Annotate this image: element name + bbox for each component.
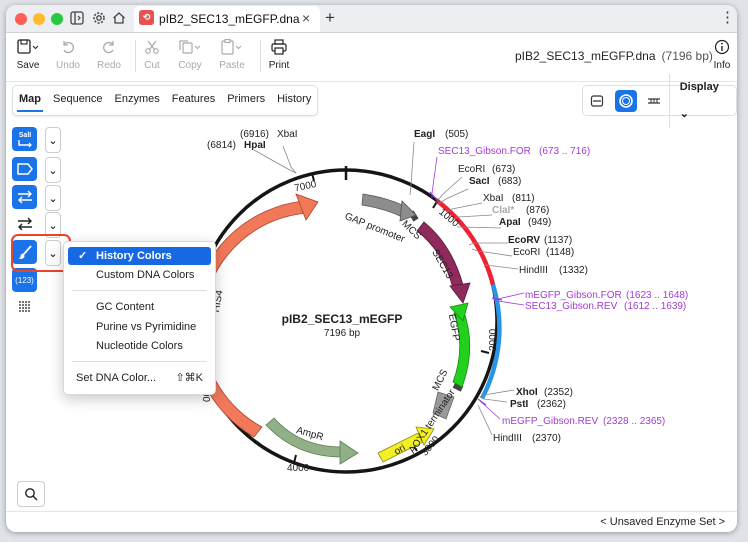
- features-options-dropdown[interactable]: ⌄: [45, 157, 61, 183]
- chevron-down-icon: ⌄: [48, 192, 58, 205]
- feature-arrow-icon: [16, 163, 33, 175]
- primers-options-dropdown[interactable]: ⌄: [45, 185, 61, 211]
- menu-item-label: Nucleotide Colors: [96, 340, 183, 352]
- site-pos: (673): [492, 164, 515, 175]
- site-pos: (1332): [559, 265, 588, 276]
- menu-item-label: Purine vs Pyrimidine: [96, 321, 197, 333]
- primer-mark-mEGFP-rev[interactable]: [477, 398, 487, 406]
- map-size: 7196 bp: [324, 328, 361, 339]
- map-title: pIB2_SEC13_mEGFP: [282, 312, 403, 326]
- leader-line: [282, 145, 297, 174]
- primer-pos: (673 .. 716): [539, 146, 590, 157]
- enzyme-set-selector[interactable]: < Unsaved Enzyme Set >: [600, 516, 725, 528]
- menu-item-set-dna-color[interactable]: Set DNA Color... ⇧⌘K: [68, 369, 211, 387]
- show-enzymes-button[interactable]: SalI: [12, 127, 37, 151]
- menu-separator: [72, 361, 207, 362]
- enzymes-options-dropdown[interactable]: ⌄: [45, 127, 61, 153]
- highlight-annotation: [11, 234, 71, 272]
- site-psti[interactable]: PstI: [510, 399, 529, 410]
- site-ecori-673[interactable]: EcoRI: [458, 164, 485, 175]
- show-primers-button[interactable]: [12, 185, 37, 209]
- site-pos: (876): [526, 205, 549, 216]
- feature-gap-promoter[interactable]: [361, 193, 407, 218]
- leader-line: [497, 300, 525, 306]
- app-window: ⟲ pIB2_SEC13_mEGFP.dna × + ⋮ Save Undo R…: [6, 5, 737, 532]
- primer-mEGFP-gibson-for[interactable]: mEGFP_Gibson.FOR: [525, 290, 622, 301]
- tick-label-2000: 2000: [488, 328, 499, 351]
- checkmark-icon: ✓: [78, 250, 88, 262]
- site-hindiii-1332[interactable]: HindIII: [519, 265, 548, 276]
- menu-item-gc-content[interactable]: GC Content: [68, 298, 211, 316]
- site-pos: (2362): [537, 399, 566, 410]
- translation-grid-icon: [18, 301, 31, 312]
- site-apai[interactable]: ApaI: [499, 217, 521, 228]
- chevron-down-icon: ⌄: [48, 164, 58, 177]
- site-xhoi[interactable]: XhoI: [516, 387, 538, 398]
- site-saci[interactable]: SacI: [469, 176, 490, 187]
- site-pos: (6814): [207, 140, 236, 151]
- leader-line: [435, 176, 463, 204]
- site-pos: (2370): [532, 433, 561, 444]
- site-ecori-1148[interactable]: EcoRI: [513, 247, 540, 258]
- menu-separator: [72, 290, 207, 291]
- keyboard-shortcut: ⇧⌘K: [175, 372, 203, 384]
- feature-label-gap: GAP promoter: [343, 211, 407, 245]
- status-bar: < Unsaved Enzyme Set >: [6, 511, 737, 532]
- site-pos: (1148): [546, 247, 574, 258]
- tick-label-7000: 7000: [293, 179, 317, 194]
- show-translation-button[interactable]: [12, 295, 37, 319]
- menu-item-purine-pyrimidine[interactable]: Purine vs Pyrimidine: [68, 318, 211, 336]
- site-hindiii-2370[interactable]: HindIII: [493, 433, 522, 444]
- primer-pos: (1623 .. 1648): [626, 290, 688, 301]
- chevron-down-icon: ⌄: [48, 219, 58, 232]
- site-pos: (505): [445, 129, 468, 140]
- tick-label-1000: 1000: [436, 207, 460, 230]
- site-pos: (949): [528, 217, 551, 228]
- site-hpai[interactable]: HpaI: [244, 140, 266, 151]
- numbers-label: (123): [15, 275, 34, 285]
- tick-label-4000: 4000: [287, 463, 310, 474]
- primer-mEGFP-gibson-rev[interactable]: mEGFP_Gibson.REV: [502, 416, 598, 427]
- site-pos: (1137): [544, 235, 572, 246]
- show-orfs-button[interactable]: [12, 212, 37, 236]
- primer-pos: (1612 .. 1639): [624, 301, 686, 312]
- site-pos: (2352): [544, 387, 573, 398]
- primer-sec13-gibson-for[interactable]: SEC13_Gibson.FOR: [438, 146, 531, 157]
- site-clai[interactable]: ClaI*: [492, 205, 514, 216]
- leader-line: [431, 156, 438, 198]
- leader-line: [437, 188, 469, 205]
- site-pos: (811): [512, 193, 535, 204]
- menu-item-custom-dna-colors[interactable]: Custom DNA Colors: [68, 266, 211, 284]
- feature-ampr-arrowhead: [339, 440, 359, 465]
- chevron-down-icon: ⌄: [48, 134, 58, 147]
- site-xbai-6916[interactable]: XbaI: [277, 129, 298, 140]
- find-button[interactable]: [17, 481, 45, 507]
- enzyme-cut-icon: SalI: [17, 132, 32, 148]
- site-xbai-811[interactable]: XbaI: [483, 193, 504, 204]
- primer-arrows-icon: [17, 190, 32, 204]
- show-features-button[interactable]: [12, 157, 37, 181]
- site-eagi[interactable]: EagI: [414, 129, 435, 140]
- menu-item-label: History Colors: [96, 250, 172, 262]
- dna-color-menu: ✓ History Colors Custom DNA Colors GC Co…: [63, 241, 216, 395]
- menu-item-nucleotide-colors[interactable]: Nucleotide Colors: [68, 337, 211, 355]
- sali-label: SalI: [18, 132, 31, 139]
- leader-line: [253, 149, 297, 174]
- menu-item-label: GC Content: [96, 301, 155, 313]
- menu-item-label: Set DNA Color...: [76, 372, 157, 384]
- leader-line: [483, 398, 508, 403]
- search-icon: [25, 488, 38, 501]
- site-ecorv[interactable]: EcoRV: [508, 235, 540, 246]
- menu-item-history-colors[interactable]: ✓ History Colors: [68, 247, 211, 265]
- primer-sec13-gibson-rev[interactable]: SEC13_Gibson.REV: [525, 301, 618, 312]
- feature-sec13-arrowhead: [449, 282, 471, 304]
- orf-arrows-icon: [17, 217, 32, 231]
- site-pos: (6916): [240, 129, 269, 140]
- menu-item-label: Custom DNA Colors: [96, 269, 195, 281]
- site-pos: (683): [498, 176, 521, 187]
- primer-pos: (2328 .. 2365): [603, 416, 665, 427]
